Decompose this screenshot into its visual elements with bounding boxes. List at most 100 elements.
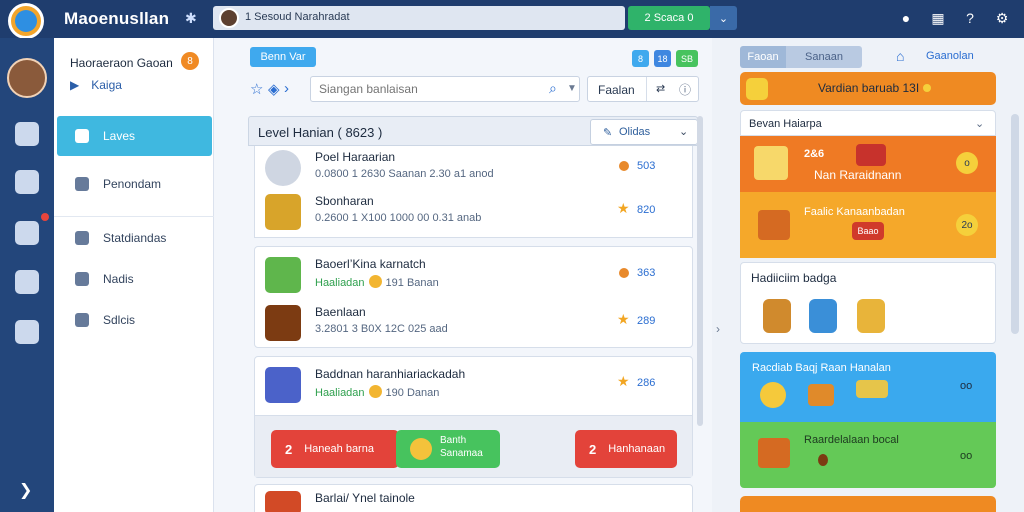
badge-icon[interactable]: [809, 299, 837, 333]
toolbar-square-3[interactable]: SB: [676, 50, 698, 67]
toolbar-square-1[interactable]: 8: [632, 50, 649, 67]
reward-title: Racdiab Baqj Raan Hanalan: [752, 362, 891, 374]
noodle-icon: [758, 438, 790, 468]
gaanolan-link[interactable]: Gaanolan: [926, 50, 974, 62]
filter-control[interactable]: Faalan ⇄ ⓘ: [587, 76, 699, 102]
ticket-icon: [808, 384, 834, 406]
tab-faoan[interactable]: Faoan: [740, 46, 786, 68]
list-item[interactable]: Poel Haraarian 0.0800 1 2630 Saanan 2.30…: [265, 148, 685, 188]
coin-icon: [410, 438, 432, 460]
note-icon: [75, 272, 89, 286]
app-logo[interactable]: [8, 3, 44, 39]
tag-icon[interactable]: ◈: [268, 80, 280, 98]
chevron-down-icon[interactable]: ▼: [567, 83, 577, 94]
item-meta-tag: Haaliadan: [315, 387, 365, 399]
settings-icon[interactable]: ⚙: [994, 8, 1010, 28]
list-item[interactable]: Baddnan haranhiariackadah Haaliadan 190 D…: [265, 365, 685, 405]
list-item[interactable]: Baenlaan 3.2801 3 B0X 12C 025 aad ★ 289: [265, 303, 685, 343]
item-meta: Haaliadan 191 Banan: [315, 275, 439, 289]
swap-icon[interactable]: ⇄: [656, 82, 665, 95]
item-name: Baoerl’Kina karnatch: [315, 257, 426, 271]
banth-button[interactable]: Banth Sanamaa: [396, 430, 500, 468]
gift-icon: [856, 144, 886, 166]
sidebar-item-statdiandas[interactable]: Statdiandas: [57, 218, 212, 258]
banner-text: Vardian baruab 13I: [818, 81, 920, 95]
list-card: Baddnan haranhiariackadah Haaliadan 190 D…: [254, 356, 693, 478]
sidebar-item-nadis[interactable]: Nadis: [57, 259, 212, 299]
bottom-orange-bar: [740, 496, 996, 512]
sidebar-item-penondam[interactable]: Penondam: [57, 164, 212, 204]
alert-icon[interactable]: [15, 170, 39, 194]
list-card: Barlai/ Ynel tainole: [254, 484, 693, 512]
list-item[interactable]: Barlai/ Ynel tainole: [265, 489, 685, 512]
level-list: Level Hanian ( 8623 ) ✎ Olidas ⌄ Poel Ha…: [248, 116, 703, 512]
promo-banner[interactable]: Vardian baruab 13I: [740, 72, 996, 105]
tab-sanaan[interactable]: Sanaan: [786, 46, 862, 68]
sidebar-item-laves[interactable]: Laves: [57, 116, 212, 156]
dropdown-header-label: Bevan Haiarpa: [749, 118, 822, 130]
status-button[interactable]: 2 Scaca 0: [628, 6, 710, 30]
list-combo[interactable]: ✎ Olidas ⌄: [590, 119, 698, 145]
info-icon[interactable]: ●: [898, 8, 914, 28]
sidebar-subtitle-text: Kaiga: [91, 78, 122, 92]
user-avatar[interactable]: [7, 58, 47, 98]
expand-icon[interactable]: ❯: [19, 480, 32, 500]
reward-row[interactable]: Racdiab Baqj Raan Hanalan oo: [740, 352, 996, 422]
badge-icon[interactable]: [763, 299, 791, 333]
chevron-right-icon[interactable]: ›: [284, 80, 289, 97]
grid-icon[interactable]: ▦: [930, 8, 946, 28]
top-search[interactable]: 1 Sesoud Narahradat: [213, 6, 625, 30]
button-label: Haneah barna: [304, 443, 374, 455]
haneah-barna-button[interactable]: 2 Haneah barna: [271, 430, 399, 468]
chart-icon: [75, 231, 89, 245]
item-score: 286: [637, 377, 656, 389]
coin-icon: [368, 275, 382, 288]
toolbar-square-2[interactable]: 18: [654, 50, 671, 67]
star-outline-icon[interactable]: ☆: [250, 80, 263, 98]
sidebar-item-label: Laves: [103, 129, 136, 143]
shield-icon[interactable]: [15, 320, 39, 344]
search-icon[interactable]: ⌕: [549, 80, 557, 97]
sidebar-item-label: Statdiandas: [103, 231, 167, 245]
help-icon[interactable]: ?: [962, 8, 978, 28]
right-panel: Faoan Sanaan ⌂ Gaanolan Vardian baruab 1…: [740, 38, 1024, 512]
list-item[interactable]: Sbonharan 0.2600 1 X100 1000 00 0.31 ana…: [265, 192, 685, 232]
filter-label: Faalan: [598, 83, 635, 97]
inbox-icon[interactable]: [15, 221, 39, 245]
badge-icon[interactable]: [857, 299, 885, 333]
right-scrollbar[interactable]: [1011, 114, 1019, 334]
reward-row[interactable]: Raardelalaan bocal oo: [740, 422, 996, 488]
item-meta-tag: Haaliadan: [315, 277, 365, 289]
top-icon-group: ● ▦ ? ⚙: [898, 8, 1010, 28]
edit-icon: ✎: [603, 127, 613, 139]
hanhanaan-button[interactable]: 2 Hanhanaan: [575, 430, 677, 468]
brand-title: Maoenusllan: [64, 9, 170, 28]
item-thumbnail: [265, 194, 301, 230]
collapse-arrow-icon[interactable]: ›: [716, 322, 720, 336]
sidebar-subtitle: ▶ Kaiga: [70, 78, 122, 92]
dropdown-header[interactable]: Bevan Haiarpa ⌄: [740, 110, 996, 136]
people-icon[interactable]: [15, 122, 39, 146]
tab-benn-var[interactable]: Benn Var: [250, 47, 316, 67]
reward-row[interactable]: 2&6 Nan Raraidnann o: [740, 136, 996, 192]
play-icon: ▶: [70, 78, 80, 92]
reward-title: Nan Raraidnann: [814, 168, 902, 182]
banner-dot: [923, 84, 931, 92]
list-combo-label: Olidas: [619, 126, 651, 138]
reward-row[interactable]: Faalic Kanaanbadan Baao 2o: [740, 192, 996, 258]
star-icon: [75, 129, 89, 143]
search-input-wrapper: ⌕ ▼: [310, 76, 580, 102]
list-scrollbar[interactable]: [697, 116, 703, 426]
list-item[interactable]: Baoerl’Kina karnatch Haaliadan 191 Banan …: [265, 255, 685, 295]
coin-icon: [760, 382, 786, 408]
action-bar: 2 Haneah barna Banth Sanamaa 2 Hanhanaan: [255, 415, 692, 477]
reward-badge: o: [956, 152, 978, 174]
layout-icon[interactable]: [15, 270, 39, 294]
info-circle-icon[interactable]: ⓘ: [679, 81, 691, 98]
pin-icon[interactable]: ✱: [185, 10, 197, 27]
chevron-down-icon[interactable]: ⌄: [710, 6, 737, 30]
list-header: Level Hanian ( 8623 ) ✎ Olidas ⌄: [248, 116, 698, 146]
search-input[interactable]: [319, 82, 544, 96]
home-icon[interactable]: ⌂: [896, 48, 904, 64]
sidebar-item-sdlcis[interactable]: Sdlcis: [57, 300, 212, 340]
